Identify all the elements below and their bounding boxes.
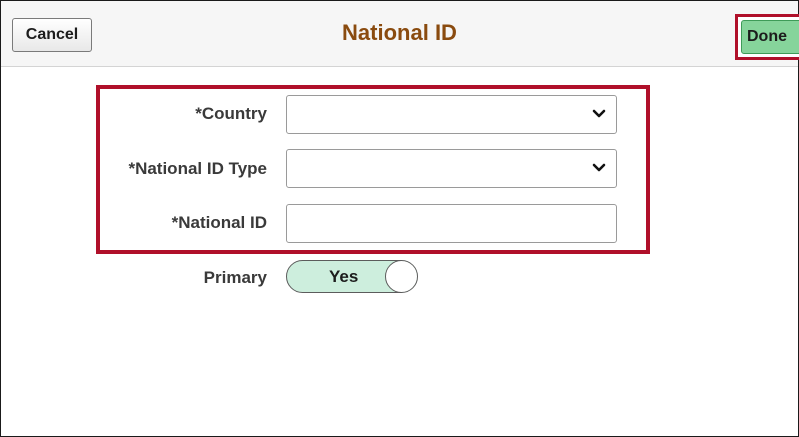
national-id-label: *National ID xyxy=(171,213,267,232)
primary-toggle-text: Yes xyxy=(329,267,359,286)
chevron-down-icon xyxy=(592,109,606,118)
primary-label: Primary xyxy=(203,268,267,287)
national-id-dialog: Cancel National ID Done *Country *Nation… xyxy=(0,0,799,437)
dialog-header: Cancel National ID Done xyxy=(1,1,799,67)
country-label: *Country xyxy=(195,104,267,123)
country-select[interactable] xyxy=(286,95,617,134)
toggle-knob[interactable] xyxy=(385,261,417,292)
done-button[interactable]: Done xyxy=(741,20,799,54)
national-id-type-select[interactable] xyxy=(286,149,617,188)
national-id-type-label: *National ID Type xyxy=(128,159,267,178)
primary-toggle[interactable]: Yes xyxy=(286,260,418,293)
chevron-down-icon xyxy=(592,163,606,172)
national-id-input[interactable] xyxy=(286,204,617,243)
page-title: National ID xyxy=(342,20,457,45)
